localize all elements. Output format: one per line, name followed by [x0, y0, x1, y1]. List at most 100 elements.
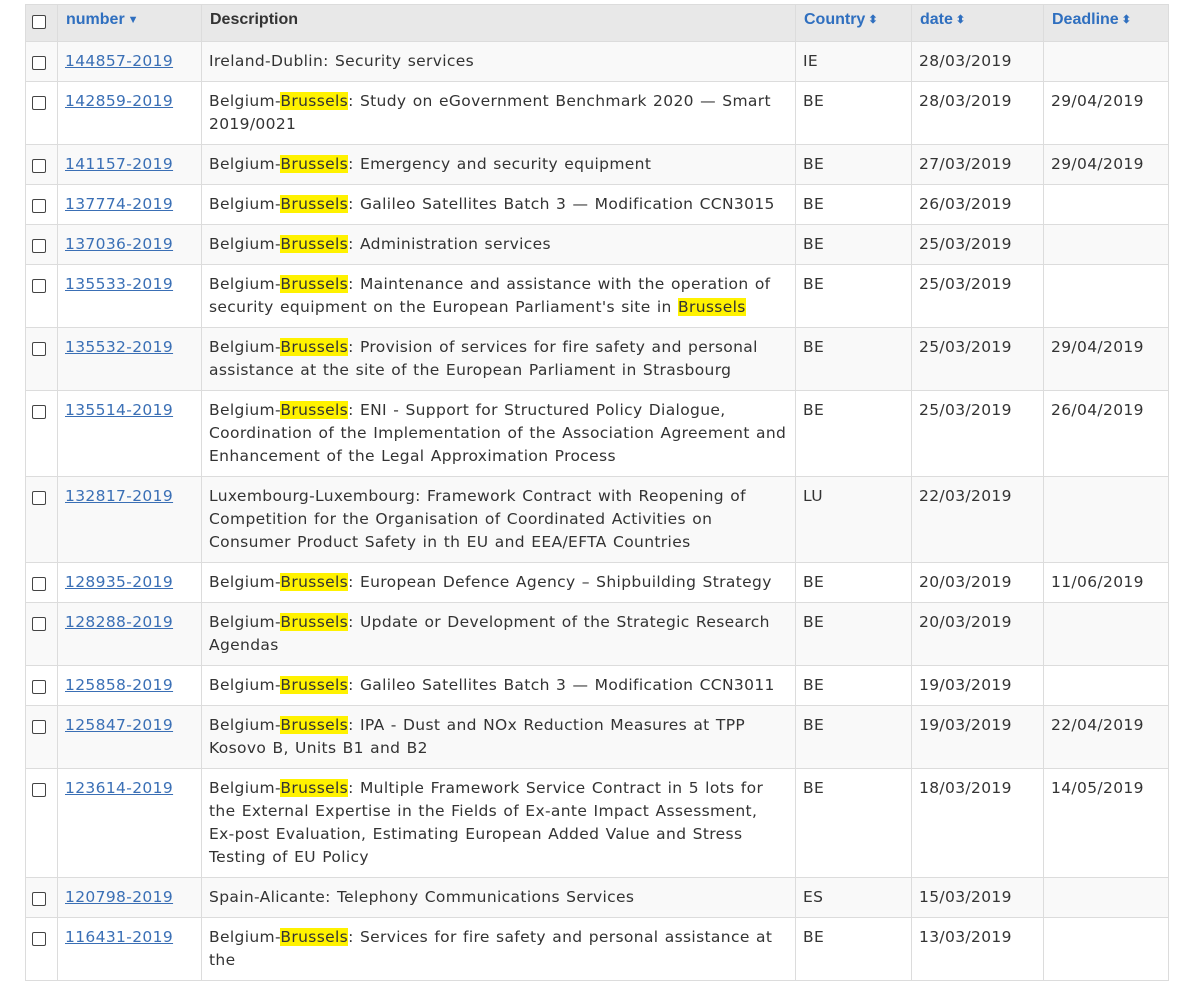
date-cell: 19/03/2019: [911, 705, 1044, 769]
deadline-cell: 14/05/2019: [1043, 768, 1169, 878]
row-checkbox[interactable]: [32, 96, 46, 110]
description-cell: Belgium-Brussels: Emergency and security…: [201, 144, 796, 185]
country-cell: BE: [795, 184, 912, 225]
description-cell: Belgium-Brussels: Galileo Satellites Bat…: [201, 184, 796, 225]
column-header-date-label: date: [920, 11, 953, 28]
notice-number-link[interactable]: 125847-2019: [65, 716, 173, 734]
search-highlight: Brussels: [280, 401, 349, 419]
sort-icon: ⬍: [955, 14, 966, 26]
row-select-cell: [25, 877, 58, 918]
notice-number-link[interactable]: 132817-2019: [65, 487, 173, 505]
notice-number-link[interactable]: 142859-2019: [65, 92, 173, 110]
row-select-cell: [25, 327, 58, 391]
deadline-cell: 29/04/2019: [1043, 327, 1169, 391]
date-cell: 18/03/2019: [911, 768, 1044, 878]
search-highlight: Brussels: [280, 613, 349, 631]
search-highlight: Brussels: [280, 716, 349, 734]
sort-icon: ⬍: [868, 14, 878, 26]
column-header-number[interactable]: number ▼: [57, 4, 202, 42]
date-cell: 25/03/2019: [911, 327, 1044, 391]
notice-number-link[interactable]: 116431-2019: [65, 928, 173, 946]
country-cell: BE: [795, 81, 912, 145]
row-select-cell: [25, 144, 58, 185]
notice-number-link[interactable]: 135532-2019: [65, 338, 173, 356]
select-all-checkbox[interactable]: [32, 15, 46, 29]
deadline-cell: [1043, 184, 1169, 225]
notice-number-link[interactable]: 137774-2019: [65, 195, 173, 213]
date-cell: 25/03/2019: [911, 224, 1044, 265]
description-cell: Belgium-Brussels: ENI - Support for Stru…: [201, 390, 796, 477]
deadline-cell: [1043, 665, 1169, 706]
search-highlight: Brussels: [280, 92, 349, 110]
notice-number-link[interactable]: 120798-2019: [65, 888, 173, 906]
row-checkbox[interactable]: [32, 720, 46, 734]
number-cell: 135514-2019: [57, 390, 202, 477]
row-select-cell: [25, 390, 58, 477]
number-cell: 128935-2019: [57, 562, 202, 603]
notice-number-link[interactable]: 125858-2019: [65, 676, 173, 694]
row-select-cell: [25, 602, 58, 666]
column-header-date[interactable]: date ⬍: [911, 4, 1044, 42]
row-checkbox[interactable]: [32, 577, 46, 591]
country-cell: BE: [795, 390, 912, 477]
row-select-cell: [25, 184, 58, 225]
row-checkbox[interactable]: [32, 783, 46, 797]
notice-number-link[interactable]: 128935-2019: [65, 573, 173, 591]
notice-number-link[interactable]: 128288-2019: [65, 613, 173, 631]
deadline-cell: [1043, 476, 1169, 563]
country-cell: BE: [795, 224, 912, 265]
column-header-country[interactable]: Country ⬍: [795, 4, 912, 42]
table-row: 137774-2019 Belgium-Brussels: Galileo Sat…: [25, 184, 1169, 225]
row-select-cell: [25, 264, 58, 328]
row-checkbox[interactable]: [32, 932, 46, 946]
row-checkbox[interactable]: [32, 199, 46, 213]
table-row: 116431-2019 Belgium-Brussels: Services fo…: [25, 917, 1169, 981]
deadline-cell: 22/04/2019: [1043, 705, 1169, 769]
row-checkbox[interactable]: [32, 617, 46, 631]
notice-number-link[interactable]: 135533-2019: [65, 275, 173, 293]
row-checkbox[interactable]: [32, 342, 46, 356]
row-checkbox[interactable]: [32, 405, 46, 419]
deadline-cell: 29/04/2019: [1043, 81, 1169, 145]
date-cell: 19/03/2019: [911, 665, 1044, 706]
notice-number-link[interactable]: 123614-2019: [65, 779, 173, 797]
description-cell: Belgium-Brussels: Study on eGovernment B…: [201, 81, 796, 145]
deadline-cell: [1043, 41, 1169, 82]
country-cell: BE: [795, 768, 912, 878]
description-cell: Belgium-Brussels: Update or Development …: [201, 602, 796, 666]
row-checkbox[interactable]: [32, 279, 46, 293]
row-checkbox[interactable]: [32, 159, 46, 173]
table-header-row: number ▼ Description Country ⬍ date ⬍ Deadl…: [25, 4, 1169, 42]
number-cell: 125847-2019: [57, 705, 202, 769]
search-highlight: Brussels: [678, 298, 746, 316]
row-checkbox[interactable]: [32, 56, 46, 70]
notice-number-link[interactable]: 144857-2019: [65, 52, 173, 70]
search-highlight: Brussels: [280, 676, 349, 694]
country-cell: BE: [795, 264, 912, 328]
date-cell: 20/03/2019: [911, 562, 1044, 603]
number-cell: 137036-2019: [57, 224, 202, 265]
notice-number-link[interactable]: 135514-2019: [65, 401, 173, 419]
number-cell: 137774-2019: [57, 184, 202, 225]
row-checkbox[interactable]: [32, 491, 46, 505]
search-highlight: Brussels: [280, 155, 349, 173]
row-select-cell: [25, 665, 58, 706]
row-select-cell: [25, 562, 58, 603]
results-table-container: number ▼ Description Country ⬍ date ⬍ Deadl…: [25, 4, 1169, 981]
country-cell: BE: [795, 562, 912, 603]
number-cell: 116431-2019: [57, 917, 202, 981]
sort-desc-icon: ▼: [127, 14, 139, 26]
row-checkbox[interactable]: [32, 892, 46, 906]
description-cell: Belgium-Brussels: Administration service…: [201, 224, 796, 265]
table-row: 137036-2019 Belgium-Brussels: Administrat…: [25, 224, 1169, 265]
notice-number-link[interactable]: 137036-2019: [65, 235, 173, 253]
row-checkbox[interactable]: [32, 239, 46, 253]
number-cell: 125858-2019: [57, 665, 202, 706]
notice-number-link[interactable]: 141157-2019: [65, 155, 173, 173]
row-checkbox[interactable]: [32, 680, 46, 694]
column-header-deadline[interactable]: Deadline ⬍: [1043, 4, 1169, 42]
search-highlight: Brussels: [280, 275, 349, 293]
number-cell: 132817-2019: [57, 476, 202, 563]
date-cell: 27/03/2019: [911, 144, 1044, 185]
number-cell: 142859-2019: [57, 81, 202, 145]
